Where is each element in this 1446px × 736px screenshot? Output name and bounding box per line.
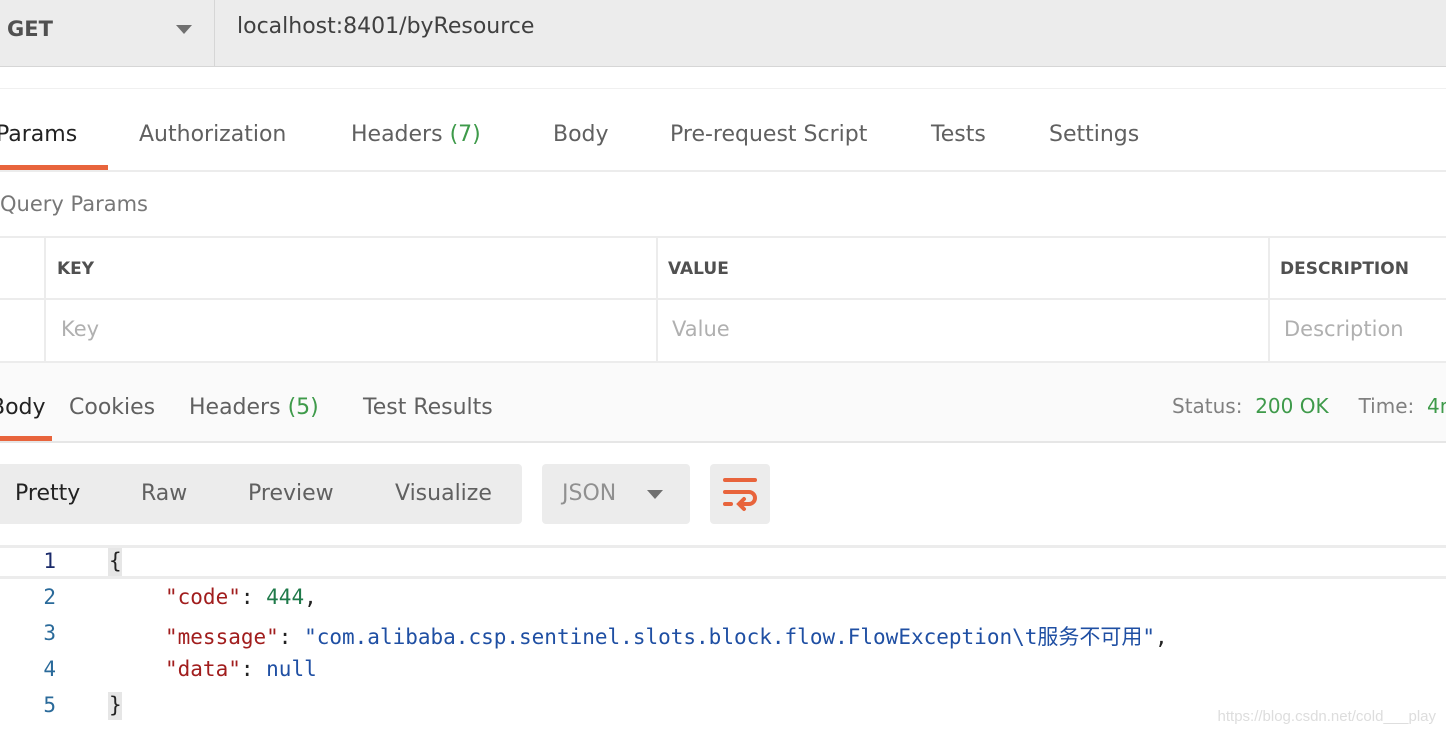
time-label: Time: xyxy=(1358,394,1415,418)
tab-cookies[interactable]: Cookies xyxy=(69,395,155,420)
json-open-brace: { xyxy=(109,549,122,573)
line-number: 2 xyxy=(43,585,56,609)
tab-pre-request-script[interactable]: Pre-request Script xyxy=(670,122,867,147)
key-input[interactable]: Key xyxy=(44,300,656,361)
tab-headers[interactable]: Headers (7) xyxy=(351,122,481,147)
view-mode-group: Pretty Raw Preview Visualize xyxy=(0,464,522,524)
tab-tests[interactable]: Tests xyxy=(931,122,986,147)
json-close-brace: } xyxy=(109,693,122,717)
wrap-lines-button[interactable] xyxy=(710,464,770,524)
response-tabs: Body Cookies Headers (5) Test Results St… xyxy=(0,361,1446,443)
status-value: 200 OK xyxy=(1255,394,1329,418)
time-value: 4m xyxy=(1426,394,1446,418)
column-key: KEY xyxy=(57,259,95,279)
tab-response-headers[interactable]: Headers (5) xyxy=(189,395,319,420)
request-tabs: Params Authorization Headers (7) Body Pr… xyxy=(0,88,1446,172)
line-number: 4 xyxy=(43,657,56,681)
status-label: Status: xyxy=(1172,394,1243,418)
tab-label: Headers xyxy=(189,395,281,420)
format-value: JSON xyxy=(562,481,617,506)
chevron-down-icon xyxy=(176,25,192,34)
wrap-lines-icon xyxy=(723,478,757,511)
method-select[interactable]: GET xyxy=(0,0,215,67)
line-number: 3 xyxy=(43,621,56,645)
line-number: 1 xyxy=(43,549,56,573)
json-value: null xyxy=(266,657,317,681)
json-line-data: "data": null xyxy=(165,657,317,681)
value-placeholder: Value xyxy=(672,317,730,341)
json-key: "code" xyxy=(165,585,241,609)
view-raw[interactable]: Raw xyxy=(141,481,187,506)
params-row: Key Value Description xyxy=(0,298,1446,361)
description-placeholder: Description xyxy=(1284,317,1404,341)
json-line-message: "message": "com.alibaba.csp.sentinel.slo… xyxy=(165,625,1168,649)
tab-response-body[interactable]: Body xyxy=(0,395,46,420)
chevron-down-icon xyxy=(647,490,663,499)
view-visualize[interactable]: Visualize xyxy=(395,481,492,506)
description-input[interactable]: Description xyxy=(1268,300,1446,361)
json-value: 444 xyxy=(266,585,305,609)
tab-label: Headers xyxy=(351,122,443,147)
headers-count: (7) xyxy=(449,122,481,147)
json-line-code: "code": 444, xyxy=(165,585,317,609)
view-preview[interactable]: Preview xyxy=(248,481,334,506)
json-value: "com.alibaba.csp.sentinel.slots.block.fl… xyxy=(304,625,1156,649)
active-tab-indicator xyxy=(0,165,108,170)
tab-body[interactable]: Body xyxy=(553,122,609,147)
json-key: "data" xyxy=(165,657,241,681)
active-line-highlight xyxy=(0,545,1446,579)
json-key: "message" xyxy=(165,625,279,649)
line-number: 5 xyxy=(43,693,56,717)
tab-test-results[interactable]: Test Results xyxy=(363,395,493,420)
status-readout: Status: 200 OK Time: 4m xyxy=(1172,394,1446,418)
value-input[interactable]: Value xyxy=(656,300,1268,361)
watermark: https://blog.csdn.net/cold___play xyxy=(1217,708,1436,725)
view-pretty[interactable]: Pretty xyxy=(15,481,80,506)
tab-params[interactable]: Params xyxy=(0,122,77,147)
tab-authorization[interactable]: Authorization xyxy=(139,122,286,147)
method-value: GET xyxy=(7,17,53,41)
column-description: DESCRIPTION xyxy=(1280,259,1409,279)
query-params-title: Query Params xyxy=(0,192,148,216)
request-bar: GET localhost:8401/byResource xyxy=(0,0,1446,67)
headers-count: (5) xyxy=(287,395,319,420)
column-value: VALUE xyxy=(668,259,729,279)
tab-settings[interactable]: Settings xyxy=(1049,122,1139,147)
url-input[interactable]: localhost:8401/byResource xyxy=(237,14,534,39)
active-tab-indicator xyxy=(0,436,52,441)
params-header-row: KEY VALUE DESCRIPTION xyxy=(0,236,1446,299)
format-select[interactable]: JSON xyxy=(542,464,690,524)
key-placeholder: Key xyxy=(61,317,100,341)
